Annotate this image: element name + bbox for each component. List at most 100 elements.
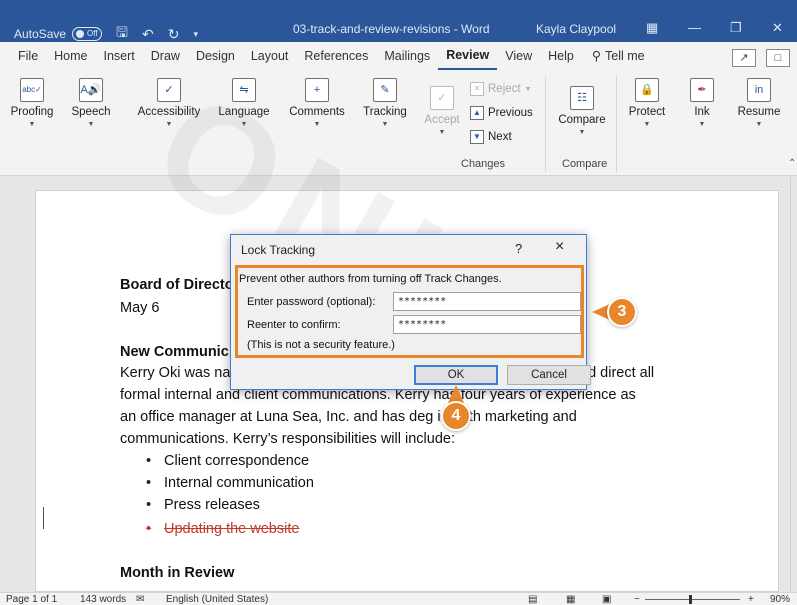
zoom-level[interactable]: 90% [770,594,790,605]
ribbon-display-icon[interactable]: ▦ [646,20,658,36]
speech-button[interactable]: A🔊 Speech ▼ [62,78,120,128]
proofing-button[interactable]: abc✓ Proofing ▼ [4,78,60,128]
tab-references[interactable]: References [296,42,376,70]
tab-help[interactable]: Help [540,42,582,70]
list-item: Client correspondence [164,453,310,469]
tab-layout[interactable]: Layout [243,42,297,70]
accept-label: Accept [424,114,460,126]
proofing-status-icon[interactable]: ✉ [136,594,144,605]
autosave-toggle[interactable]: AutoSave Off [14,27,103,41]
help-button[interactable]: ? [515,241,522,256]
previous-change-icon: ▲ [470,106,484,120]
customize-qat-icon[interactable]: ▾ [193,29,198,40]
tab-design[interactable]: Design [188,42,243,70]
language-icon: ⇋ [232,78,256,102]
ink-button[interactable]: ✒ Ink ▼ [680,78,724,128]
comments-button[interactable]: + Comments ▼ [284,78,350,128]
minimize-icon[interactable]: — [688,20,701,35]
zoom-slider[interactable] [645,599,740,600]
new-comment-icon: + [305,78,329,102]
group-divider [545,76,546,172]
previous-label: Previous [488,107,533,119]
heading-new-communications: New Communic [120,344,229,360]
tab-view[interactable]: View [497,42,540,70]
bullet-icon: • [146,497,152,513]
tab-draw[interactable]: Draw [143,42,188,70]
compare-button[interactable]: ☷ Compare ▼ [552,78,612,136]
tab-mailings[interactable]: Mailings [376,42,438,70]
chevron-down-icon: ▼ [643,121,651,128]
redo-icon[interactable]: ↻ [168,26,180,43]
restore-icon[interactable]: ❐ [730,20,742,36]
resume-button[interactable]: in Resume ▼ [730,78,788,128]
deleted-list-item: Updating the website [164,521,300,537]
protect-button[interactable]: 🔒 Protect ▼ [620,78,674,128]
reject-label: Reject [488,83,521,95]
chevron-down-icon: ▼ [165,121,173,128]
password-field[interactable]: ******** [393,292,581,311]
title-bar: AutoSave Off 🖫 ↶ ↻ ▾ 03-track-and-review… [0,0,797,42]
track-changes-icon: ✎ [373,78,397,102]
confirm-label: Reenter to confirm: [247,319,341,331]
previous-change-button[interactable]: ▲ Previous [470,106,533,120]
zoom-slider-thumb[interactable] [689,595,692,604]
undo-icon[interactable]: ↶ [142,26,154,43]
print-layout-icon[interactable]: ▦ [566,594,575,605]
autosave-switch[interactable]: Off [72,27,103,41]
bullet-icon: • [146,521,152,537]
page-count[interactable]: Page 1 of 1 [6,594,57,605]
tracking-button[interactable]: ✎ Tracking ▼ [358,78,412,128]
collapse-ribbon-icon[interactable]: ⌃ [788,158,796,169]
chevron-down-icon: ▼ [381,121,389,128]
user-name[interactable]: Kayla Claypool [536,22,616,36]
language-status[interactable]: English (United States) [166,594,268,605]
chevron-down-icon: ▼ [698,121,706,128]
tab-review[interactable]: Review [438,42,498,70]
language-button[interactable]: ⇋ Language ▼ [214,78,274,128]
status-bar: Page 1 of 1 143 words ✉ English (United … [0,592,797,605]
confirm-password-field[interactable]: ******** [393,315,581,334]
tab-home[interactable]: Home [46,42,95,70]
ribbon-tabs: File Home Insert Draw Design Layout Refe… [0,42,797,70]
read-mode-icon[interactable]: ▤ [528,594,537,605]
compare-documents-icon: ☷ [570,86,594,110]
close-window-icon[interactable]: ✕ [772,20,783,36]
next-change-button[interactable]: ▼ Next [470,130,512,144]
ok-button[interactable]: OK [414,365,498,385]
tab-file[interactable]: File [0,42,46,70]
zoom-out-button[interactable]: − [634,594,640,605]
zoom-in-button[interactable]: + [748,594,754,605]
lock-tracking-dialog: Lock Tracking ? × Prevent other authors … [230,234,591,390]
security-note: (This is not a security feature.) [247,339,395,351]
close-icon[interactable]: × [555,238,564,256]
reject-button[interactable]: ✕ Reject ▼ [470,82,532,96]
share-button[interactable]: ↗ [732,49,756,67]
word-count[interactable]: 143 words [80,594,126,605]
comments-label: Comments [289,106,345,118]
paragraph-line: Kerry Oki was na [120,365,231,381]
web-layout-icon[interactable]: ▣ [602,594,611,605]
accessibility-button[interactable]: ✓ Accessibility ▼ [128,78,210,128]
language-label: Language [218,106,270,118]
pen-icon: ✒ [690,78,714,102]
tell-me-box[interactable]: ⚲ Tell me [582,42,653,70]
date-text: May 6 [120,300,160,316]
heading-month-in-review: Month in Review [120,565,235,581]
chevron-down-icon: ▼ [578,129,586,136]
read-aloud-icon: A🔊 [79,78,103,102]
dialog-title: Lock Tracking [241,243,316,257]
compare-group-label: Compare [562,158,608,170]
bullet-icon: • [146,475,152,491]
resume-assistant-icon: in [747,78,771,102]
proofing-label: Proofing [10,106,54,118]
chevron-down-icon: ▼ [313,121,321,128]
comments-pane-button[interactable]: □ [766,49,790,67]
vertical-scrollbar[interactable] [790,177,797,592]
paragraph-line: an office manager at Luna Sea, Inc. and … [120,409,577,425]
cancel-button[interactable]: Cancel [507,365,591,385]
heading-board: Board of Directo [120,277,234,293]
tab-insert[interactable]: Insert [96,42,143,70]
lock-icon: 🔒 [635,78,659,102]
accept-button[interactable]: ✓ Accept ▼ [420,78,464,136]
search-icon: ⚲ [591,49,602,63]
